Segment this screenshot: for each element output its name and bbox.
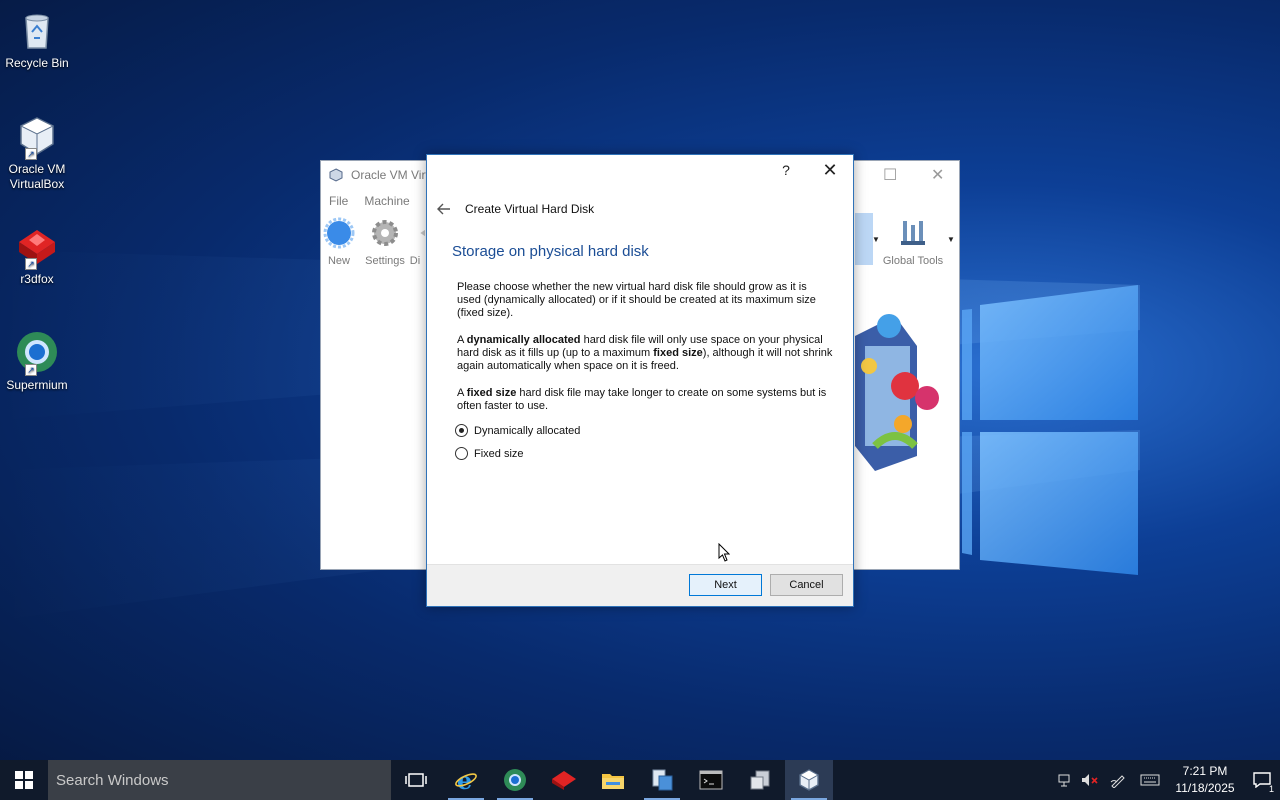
cancel-button[interactable]: Cancel bbox=[770, 574, 843, 596]
volume-muted-icon[interactable] bbox=[1078, 760, 1102, 800]
new-label: New bbox=[327, 255, 350, 267]
description-paragraph: A dynamically allocated hard disk file w… bbox=[457, 334, 833, 372]
wizard-header: Create Virtual Hard Disk bbox=[433, 199, 594, 219]
taskbar-r3dfox[interactable] bbox=[540, 760, 588, 800]
help-button[interactable]: ? bbox=[771, 159, 801, 181]
taskbar-file-manager[interactable] bbox=[638, 760, 686, 800]
taskbar-internet-explorer[interactable]: e bbox=[442, 760, 490, 800]
action-center-button[interactable]: 1 bbox=[1244, 760, 1280, 800]
desktop-icon-r3dfox[interactable]: ↗ r3dfox bbox=[2, 224, 72, 287]
desktop-icon-label: Recycle Bin bbox=[5, 56, 69, 70]
back-arrow-icon[interactable] bbox=[433, 199, 455, 219]
discard-label: Di bbox=[409, 255, 421, 267]
global-tools-button[interactable]: Global Tools bbox=[881, 215, 945, 267]
global-tools-label: Global Tools bbox=[882, 255, 944, 267]
description-paragraph: Please choose whether the new virtual ha… bbox=[457, 281, 816, 319]
next-button[interactable]: Next bbox=[689, 574, 762, 596]
radio-fixed-size[interactable]: Fixed size bbox=[455, 447, 524, 460]
selected-tool-highlight bbox=[855, 213, 873, 265]
taskbar-virtualbox[interactable] bbox=[785, 760, 833, 800]
desktop-icon-label: Supermium bbox=[6, 378, 68, 392]
global-tools-icon bbox=[901, 221, 925, 245]
pen-icon[interactable] bbox=[1102, 760, 1134, 800]
window-title: Oracle VM Virt bbox=[351, 168, 429, 182]
supermium-icon bbox=[504, 769, 526, 791]
keyboard-icon[interactable] bbox=[1134, 760, 1166, 800]
shortcut-arrow-icon: ↗ bbox=[25, 148, 37, 160]
radio-button-selected[interactable] bbox=[455, 424, 468, 437]
dialog-footer: Next Cancel bbox=[427, 564, 853, 606]
description-paragraph: A fixed size hard disk file may take lon… bbox=[457, 387, 827, 412]
desktop-icon-recycle-bin[interactable]: Recycle Bin bbox=[2, 8, 72, 71]
mouse-cursor-icon bbox=[718, 543, 730, 562]
taskbar-command-prompt[interactable] bbox=[687, 760, 735, 800]
search-box[interactable]: Search Windows bbox=[48, 760, 391, 800]
r3dfox-icon: ↗ bbox=[15, 224, 59, 270]
task-view-icon bbox=[405, 773, 427, 787]
radio-label: Dynamically allocated bbox=[474, 424, 581, 437]
maximize-icon[interactable]: ☐ bbox=[883, 165, 897, 185]
clock[interactable]: 7:21 PM 11/18/2025 bbox=[1166, 763, 1244, 797]
shortcut-arrow-icon: ↗ bbox=[25, 258, 37, 270]
shortcut-arrow-icon: ↗ bbox=[25, 364, 37, 376]
close-button[interactable]: ✕ bbox=[815, 159, 845, 181]
settings-button[interactable]: Settings bbox=[361, 215, 409, 267]
dropdown-arrow-icon[interactable]: ▼ bbox=[945, 235, 957, 244]
new-starburst-icon bbox=[323, 217, 355, 249]
discard-arrow-icon bbox=[420, 229, 425, 237]
windows-logo-icon bbox=[15, 771, 33, 789]
desktop-icon-virtualbox[interactable]: ↗ Oracle VM VirtualBox bbox=[2, 114, 72, 192]
clock-time: 7:21 PM bbox=[1182, 764, 1228, 778]
page-title: Storage on physical hard disk bbox=[452, 243, 649, 260]
settings-label: Settings bbox=[365, 255, 405, 267]
discard-button[interactable]: Di bbox=[405, 215, 425, 267]
network-icon[interactable] bbox=[1054, 760, 1078, 800]
virtualbox-icon bbox=[798, 769, 820, 791]
gear-icon bbox=[372, 220, 398, 246]
recycle-bin-icon bbox=[15, 8, 59, 52]
create-virtual-hard-disk-dialog[interactable]: ? ✕ Create Virtual Hard Disk Storage on … bbox=[426, 154, 854, 607]
task-view-button[interactable] bbox=[392, 760, 440, 800]
system-tray: 7:21 PM 11/18/2025 1 bbox=[1054, 760, 1280, 800]
taskbar-file-explorer[interactable] bbox=[589, 760, 637, 800]
menu-file[interactable]: File bbox=[329, 194, 348, 208]
file-manager-icon bbox=[652, 769, 673, 791]
notification-count: 1 bbox=[1268, 784, 1274, 794]
wizard-title: Create Virtual Hard Disk bbox=[465, 202, 595, 216]
close-icon[interactable]: ✕ bbox=[931, 165, 944, 185]
taskbar-virtual-machine-manager[interactable] bbox=[736, 760, 784, 800]
r3dfox-icon bbox=[552, 771, 576, 790]
dialog-titlebar: ? ✕ bbox=[427, 155, 853, 185]
desktop-icon-supermium[interactable]: ↗ Supermium bbox=[2, 330, 72, 393]
new-button[interactable]: New bbox=[315, 215, 363, 267]
menu-machine[interactable]: Machine bbox=[364, 194, 409, 208]
start-button[interactable] bbox=[0, 760, 48, 800]
desktop-icon-label: r3dfox bbox=[20, 272, 54, 286]
virtualbox-logo-icon bbox=[329, 168, 343, 182]
radio-button[interactable] bbox=[455, 447, 468, 460]
folder-icon bbox=[602, 774, 624, 789]
internet-explorer-icon: e bbox=[455, 768, 477, 792]
taskbar-supermium[interactable] bbox=[491, 760, 539, 800]
virtualbox-mascot-illustration bbox=[855, 314, 939, 471]
taskbar: Search Windows e 7:21 PM 11/18/2025 1 bbox=[0, 760, 1280, 800]
radio-dynamically-allocated[interactable]: Dynamically allocated bbox=[455, 424, 580, 437]
virtualbox-icon: ↗ bbox=[15, 114, 59, 160]
clock-date: 11/18/2025 bbox=[1175, 781, 1235, 795]
supermium-icon: ↗ bbox=[15, 330, 59, 376]
command-prompt-icon bbox=[699, 770, 723, 790]
radio-label: Fixed size bbox=[474, 447, 524, 460]
dialog-description: Please choose whether the new virtual ha… bbox=[457, 281, 833, 427]
virtual-machine-manager-icon bbox=[750, 770, 770, 790]
desktop-icon-label: Oracle VM VirtualBox bbox=[8, 162, 66, 191]
